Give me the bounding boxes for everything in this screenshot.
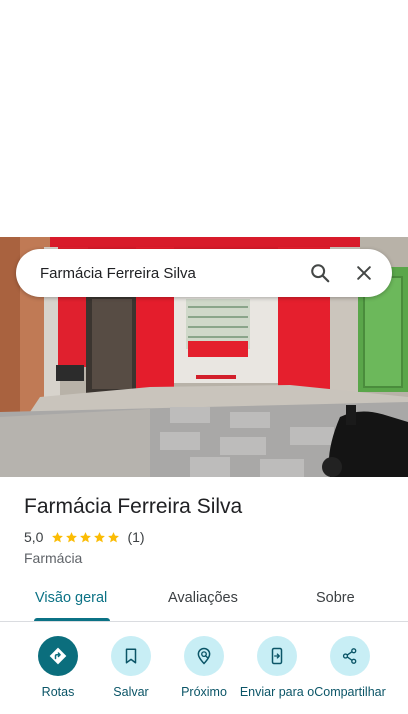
star-icon xyxy=(52,531,64,542)
save-button[interactable]: Salvar xyxy=(91,636,171,700)
share-button[interactable]: Compartilhar xyxy=(310,636,390,700)
star-icon xyxy=(66,531,78,542)
close-icon[interactable] xyxy=(350,259,378,287)
place-category: Farmácia xyxy=(24,550,83,566)
active-tab-indicator xyxy=(34,618,110,621)
bookmark-icon xyxy=(111,636,151,676)
rating-value: 5,0 xyxy=(24,529,44,545)
share-label: Compartilhar xyxy=(314,685,386,699)
tab-overview[interactable]: Visão geral xyxy=(35,590,107,606)
save-label: Salvar xyxy=(113,685,149,699)
search-icon[interactable] xyxy=(306,259,334,287)
star-rating xyxy=(51,531,121,544)
send-to-phone-button[interactable]: Enviar para o xyxy=(237,636,317,700)
tab-about[interactable]: Sobre xyxy=(316,590,355,606)
nearby-label: Próximo xyxy=(181,685,227,699)
send-to-phone-label: Enviar para o xyxy=(239,685,315,699)
nearby-button[interactable]: Próximo xyxy=(164,636,244,700)
nearby-icon xyxy=(184,636,224,676)
search-input[interactable]: Farmácia Ferreira Silva xyxy=(40,265,290,282)
star-icon xyxy=(108,531,120,542)
send-to-phone-icon xyxy=(257,636,297,676)
map-area-blank xyxy=(0,0,408,237)
search-bar[interactable]: Farmácia Ferreira Silva xyxy=(16,249,392,297)
tab-reviews[interactable]: Avaliações xyxy=(168,590,238,606)
tab-bar: Visão geral Avaliações Sobre xyxy=(0,578,408,622)
place-title: Farmácia Ferreira Silva xyxy=(24,495,243,518)
star-icon xyxy=(94,531,106,542)
share-icon xyxy=(330,636,370,676)
action-bar: Rotas Salvar Próximo Enviar para o Compa… xyxy=(0,636,408,714)
directions-label: Rotas xyxy=(41,685,75,699)
review-count[interactable]: (1) xyxy=(127,529,144,545)
star-icon xyxy=(80,531,92,542)
directions-icon xyxy=(38,636,78,676)
directions-button[interactable]: Rotas xyxy=(18,636,98,700)
rating-row[interactable]: 5,0 (1) xyxy=(24,529,145,545)
